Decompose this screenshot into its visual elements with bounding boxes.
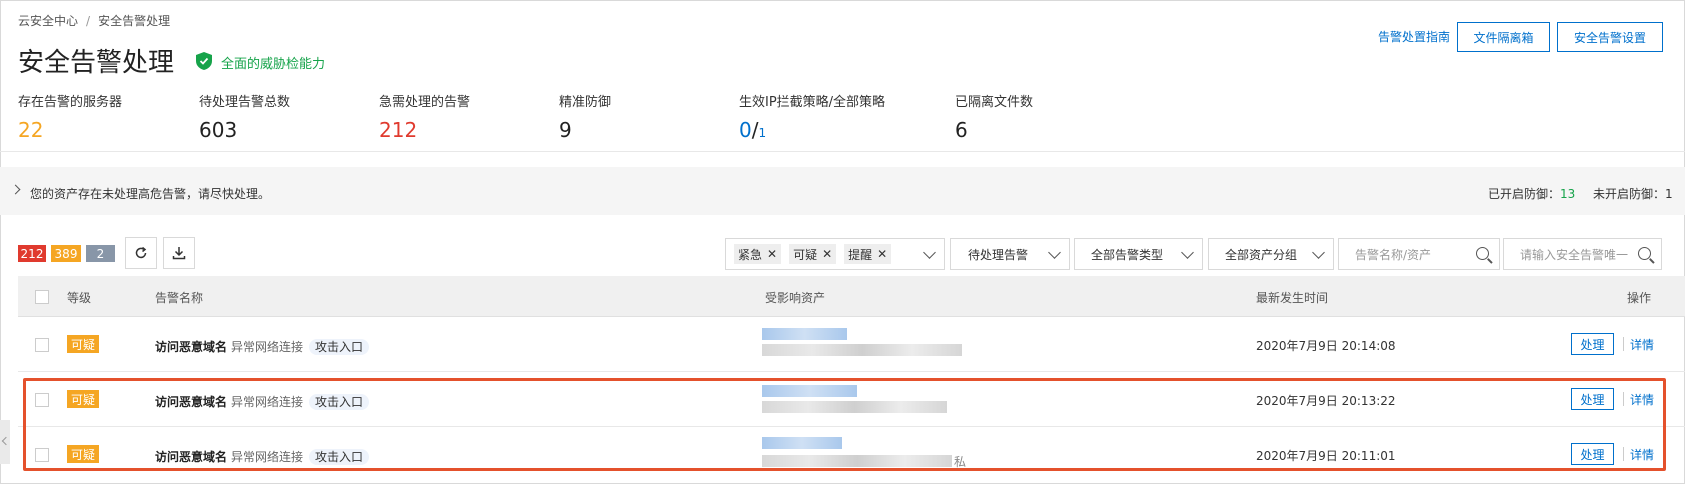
suspicious-count-badge[interactable]: 389 — [51, 245, 81, 262]
alert-settings-button[interactable]: 安全告警设置 — [1557, 22, 1663, 52]
status-select-value: 待处理告警 — [968, 247, 1029, 262]
stat-label-ip-policy: 生效IP拦截策略/全部策略 — [739, 95, 886, 110]
stat-label-servers: 存在告警的服务器 — [18, 95, 123, 110]
row-checkbox[interactable] — [35, 338, 49, 352]
chevron-down-icon — [923, 246, 936, 259]
ip-policy-total[interactable]: 1 — [758, 126, 766, 140]
chevron-down-icon — [1181, 246, 1194, 259]
download-button[interactable] — [163, 237, 195, 269]
search-icon[interactable] — [1638, 247, 1651, 260]
alert-type-select-value: 全部告警类型 — [1091, 247, 1164, 262]
filter-tag-reminder: 提醒 ✕ — [844, 244, 892, 264]
breadcrumb: 云安全中心 / 安全告警处理 — [18, 12, 170, 29]
status-select[interactable]: 待处理告警 — [950, 238, 1070, 270]
level-filter[interactable]: 紧急 ✕ 可疑 ✕ 提醒 ✕ — [725, 238, 945, 270]
page-title: 安全告警处理 — [18, 48, 175, 78]
filter-tag-label: 可疑 — [793, 247, 818, 262]
chevron-down-icon — [1048, 246, 1061, 259]
column-action: 操作 — [1627, 291, 1652, 305]
detail-link[interactable]: 详情 — [1630, 336, 1654, 353]
defense-disabled-label: 未开启防御： — [1593, 187, 1666, 201]
stat-value-quarantined: 6 — [955, 118, 968, 142]
asset-group-select-value: 全部资产分组 — [1225, 247, 1298, 262]
highlight-box — [23, 378, 1666, 471]
alert-type-select[interactable]: 全部告警类型 — [1074, 238, 1203, 270]
refresh-icon — [135, 246, 147, 259]
guide-link[interactable]: 告警处置指南 — [1378, 28, 1450, 45]
column-alert-name: 告警名称 — [155, 291, 204, 305]
refresh-button[interactable] — [125, 237, 157, 269]
close-icon[interactable]: ✕ — [767, 247, 777, 261]
column-latest-time: 最新发生时间 — [1256, 291, 1329, 305]
handle-button[interactable]: 处理 — [1571, 333, 1614, 355]
breadcrumb-home[interactable]: 云安全中心 — [18, 14, 78, 28]
defense-enabled-count[interactable]: 13 — [1560, 187, 1575, 201]
close-icon[interactable]: ✕ — [822, 247, 832, 261]
alert-id-search[interactable]: 请输入安全告警唯一 — [1503, 238, 1662, 270]
alert-name-search-placeholder: 告警名称/资产 — [1355, 247, 1432, 262]
chevron-down-icon — [1312, 246, 1325, 259]
stat-value-pending: 603 — [199, 118, 238, 142]
breadcrumb-separator: / — [86, 14, 91, 28]
table-header — [18, 276, 1685, 317]
stat-value-servers[interactable]: 22 — [18, 118, 43, 142]
stat-value-urgent[interactable]: 212 — [379, 118, 417, 142]
alert-name-search[interactable]: 告警名称/资产 — [1338, 238, 1500, 270]
quarantine-button[interactable]: 文件隔离箱 — [1457, 22, 1550, 52]
select-all-checkbox[interactable] — [35, 290, 49, 304]
urgent-count-badge[interactable]: 212 — [18, 245, 46, 262]
column-level: 等级 — [67, 291, 92, 305]
filter-tag-urgent: 紧急 ✕ — [734, 244, 782, 264]
alert-name-link[interactable]: 访问恶意域名 — [155, 340, 227, 354]
defense-disabled: 未开启防御：1 — [1593, 185, 1673, 202]
action-divider — [1623, 337, 1624, 351]
ip-policy-active[interactable]: 0 — [739, 118, 752, 142]
stat-value-ip-policy: 0/1 — [739, 118, 766, 142]
asset-group-select[interactable]: 全部资产分组 — [1208, 238, 1334, 270]
download-icon — [172, 247, 186, 260]
search-icon[interactable] — [1476, 247, 1489, 260]
alert-name-cell: 访问恶意域名 异常网络连接 攻击入口 — [155, 338, 370, 355]
shield-check-icon — [196, 52, 212, 70]
breadcrumb-current: 安全告警处理 — [98, 14, 171, 28]
filter-tag-suspicious: 可疑 ✕ — [789, 244, 837, 264]
filter-tag-label: 紧急 — [738, 247, 763, 262]
defense-disabled-count[interactable]: 1 — [1665, 187, 1673, 201]
stat-label-pending: 待处理告警总数 — [199, 95, 291, 110]
alert-id-search-placeholder: 请输入安全告警唯一 — [1520, 247, 1629, 262]
stat-label-urgent: 急需处理的告警 — [379, 95, 471, 110]
level-badge: 可疑 — [67, 335, 100, 353]
defense-enabled: 已开启防御：13 — [1488, 185, 1575, 202]
column-affected-asset: 受影响资产 — [765, 291, 826, 305]
stat-label-precise-defense: 精准防御 — [559, 95, 612, 110]
filter-tag-label: 提醒 — [848, 247, 873, 262]
reminder-count-badge[interactable]: 2 — [86, 245, 115, 262]
chevron-left-icon — [1, 436, 11, 446]
stat-value-precise-defense: 9 — [559, 118, 572, 142]
occurrence-time: 2020年7月9日 20:14:08 — [1256, 339, 1396, 353]
stat-label-quarantined: 已隔离文件数 — [955, 95, 1034, 110]
close-icon[interactable]: ✕ — [877, 247, 887, 261]
affected-asset-redacted[interactable] — [762, 328, 962, 358]
capability-link[interactable]: 全面的威胁检能力 — [221, 53, 325, 72]
defense-enabled-label: 已开启防御： — [1488, 187, 1561, 201]
sidebar-collapse-handle[interactable] — [0, 420, 11, 464]
alert-tag: 攻击入口 — [309, 339, 370, 355]
alert-type: 异常网络连接 — [231, 340, 304, 354]
divider — [0, 151, 1685, 152]
notice-text: 您的资产存在未处理高危告警，请尽快处理。 — [30, 187, 271, 201]
